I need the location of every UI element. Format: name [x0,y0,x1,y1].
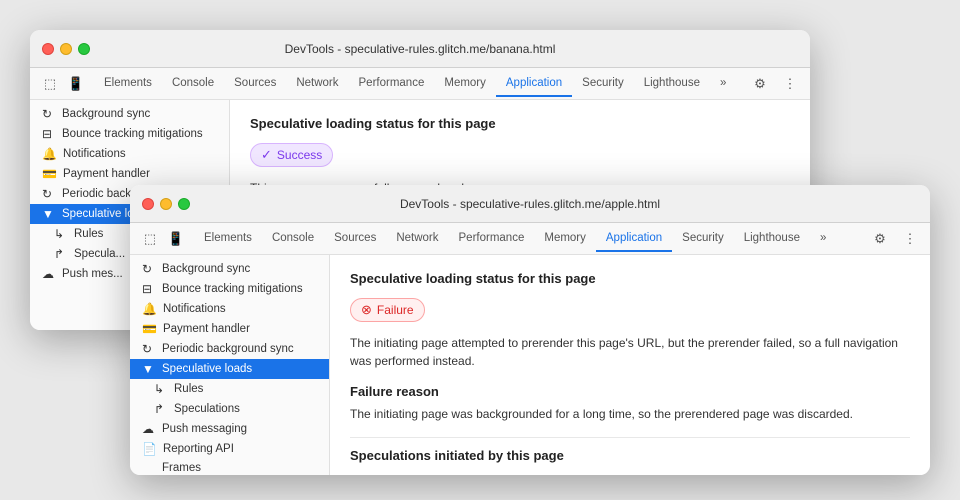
status-badge-front: ⊗ Failure [350,298,425,322]
more-tabs-back[interactable]: » [710,71,736,97]
speculations-title-front: Speculations initiated by this page [350,448,910,463]
inspect-icon-back[interactable]: ⬚ [38,72,62,96]
tab-lighthouse-back[interactable]: Lighthouse [634,71,710,97]
inspect-icon-front[interactable]: ⬚ [138,227,162,251]
tab-memory-back[interactable]: Memory [434,71,496,97]
devtools-window-front: DevTools - speculative-rules.glitch.me/a… [130,185,930,475]
maximize-button-front[interactable] [178,198,190,210]
description-front: The initiating page attempted to prerend… [350,334,910,370]
bounce-icon-back: ⊟ [42,127,56,141]
sidebar-push-front[interactable]: ☁ Push messaging [130,419,329,439]
traffic-lights-front [142,198,190,210]
spec-icon-front: ▼ [142,362,156,376]
sidebar-periodic-front[interactable]: ↻ Periodic background sync [130,339,329,359]
speculations-icon-back: ↱ [54,247,68,261]
titlebar-back: DevTools - speculative-rules.glitch.me/b… [30,30,810,68]
periodic-icon-back: ↻ [42,187,56,201]
tab-security-front[interactable]: Security [672,226,734,252]
sidebar-reporting-front[interactable]: 📄 Reporting API [130,439,329,459]
devtools-toolbar-back: ⬚ 📱 Elements Console Sources Network Per… [30,68,810,100]
bounce-icon-front: ⊟ [142,282,156,296]
settings-icon-front[interactable]: ⚙ [868,227,892,251]
more-icon-back[interactable]: ⋮ [778,72,802,96]
speculations-icon-front: ↱ [154,402,168,416]
tab-application-front[interactable]: Application [596,226,672,252]
rules-icon-back: ↳ [54,227,68,241]
tab-security-back[interactable]: Security [572,71,634,97]
more-icon-front[interactable]: ⋮ [898,227,922,251]
maximize-button-back[interactable] [78,43,90,55]
failure-reason-title-front: Failure reason [350,384,910,399]
main-panel-front: Speculative loading status for this page… [330,255,930,475]
settings-icon-back[interactable]: ⚙ [748,72,772,96]
sidebar-payment-front[interactable]: 💳 Payment handler [130,319,329,339]
sidebar-payment-back[interactable]: 💳 Payment handler [30,164,229,184]
divider-front [350,437,910,438]
devtools-toolbar-front: ⬚ 📱 Elements Console Sources Network Per… [130,223,930,255]
tab-application-back[interactable]: Application [496,71,572,97]
tab-console-back[interactable]: Console [162,71,224,97]
tab-sources-front[interactable]: Sources [324,226,386,252]
failure-icon-front: ⊗ [361,302,372,318]
tab-lighthouse-front[interactable]: Lighthouse [734,226,810,252]
traffic-lights-back [42,43,90,55]
devtools-body-front: ↻ Background sync ⊟ Bounce tracking miti… [130,255,930,475]
section-title-back: Speculative loading status for this page [250,116,790,131]
device-icon-front[interactable]: 📱 [164,227,188,251]
failure-reason-front: The initiating page was backgrounded for… [350,405,910,423]
toolbar-tabs-back: Elements Console Sources Network Perform… [94,71,736,97]
success-icon-back: ✓ [261,147,272,163]
sidebar-notifications-back[interactable]: 🔔 Notifications [30,144,229,164]
toolbar-right-back: ⚙ ⋮ [748,72,802,96]
sidebar-rules-front[interactable]: ↳ Rules [130,379,329,399]
periodic-icon-front: ↻ [142,342,156,356]
device-icon-back[interactable]: 📱 [64,72,88,96]
tab-elements-back[interactable]: Elements [94,71,162,97]
toolbar-right-front: ⚙ ⋮ [868,227,922,251]
tab-performance-front[interactable]: Performance [449,226,535,252]
payment-icon-back: 💳 [42,167,57,181]
sidebar-speculations-front[interactable]: ↱ Speculations [130,399,329,419]
sidebar-notifications-front[interactable]: 🔔 Notifications [130,299,329,319]
close-button-back[interactable] [42,43,54,55]
status-badge-back: ✓ Success [250,143,333,167]
tab-console-front[interactable]: Console [262,226,324,252]
tab-network-front[interactable]: Network [386,226,448,252]
reporting-icon-front: 📄 [142,442,157,456]
sidebar-frames-front[interactable]: Frames [130,459,329,475]
sync-icon-front: ↻ [142,262,156,276]
notif-icon-back: 🔔 [42,147,57,161]
sidebar-bounce-back[interactable]: ⊟ Bounce tracking mitigations [30,124,229,144]
toolbar-tabs-front: Elements Console Sources Network Perform… [194,226,836,252]
spec-icon-back: ▼ [42,207,56,221]
tab-elements-front[interactable]: Elements [194,226,262,252]
sidebar-bounce-front[interactable]: ⊟ Bounce tracking mitigations [130,279,329,299]
tab-network-back[interactable]: Network [286,71,348,97]
tab-performance-back[interactable]: Performance [349,71,435,97]
sidebar-front: ↻ Background sync ⊟ Bounce tracking miti… [130,255,330,475]
push-icon-front: ☁ [142,422,156,436]
rules-icon-front: ↳ [154,382,168,396]
sidebar-speculative-front[interactable]: ▼ Speculative loads [130,359,329,379]
payment-icon-front: 💳 [142,322,157,336]
minimize-button-front[interactable] [160,198,172,210]
tab-memory-front[interactable]: Memory [534,226,596,252]
window-title-front: DevTools - speculative-rules.glitch.me/a… [400,197,660,211]
section-title-front: Speculative loading status for this page [350,271,910,286]
sidebar-background-sync-front[interactable]: ↻ Background sync [130,259,329,279]
sync-icon-back: ↻ [42,107,56,121]
tab-sources-back[interactable]: Sources [224,71,286,97]
more-tabs-front[interactable]: » [810,226,836,252]
push-icon-back: ☁ [42,267,56,281]
minimize-button-back[interactable] [60,43,72,55]
close-button-front[interactable] [142,198,154,210]
titlebar-front: DevTools - speculative-rules.glitch.me/a… [130,185,930,223]
window-title-back: DevTools - speculative-rules.glitch.me/b… [285,42,556,56]
notif-icon-front: 🔔 [142,302,157,316]
sidebar-background-sync-back[interactable]: ↻ Background sync [30,104,229,124]
